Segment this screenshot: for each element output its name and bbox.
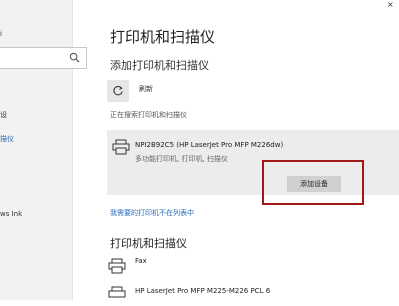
nav-item-windows-ink[interactable]: ws Ink — [0, 210, 22, 218]
nav-item-devices[interactable]: 设 — [0, 110, 7, 120]
close-icon[interactable]: × — [387, 0, 394, 9]
refresh-icon — [113, 86, 123, 96]
printer-list-item-fax[interactable]: Fax — [135, 257, 147, 265]
printer-not-listed-link[interactable]: 我需要的打印机不在列表中 — [110, 208, 194, 218]
hp-printer-icon — [108, 286, 126, 306]
left-nav-pane — [0, 0, 73, 300]
settings-search-box[interactable] — [0, 47, 87, 69]
printers-section-title: 打印机和扫描仪 — [110, 237, 187, 250]
found-device-name: NPI2B92C5 (HP LaserJet Pro MFP M226dw) — [135, 141, 284, 149]
add-section-title: 添加打印机和扫描仪 — [110, 59, 209, 72]
printer-list-item-hp[interactable]: HP LaserJet Pro MFP M225-M226 PCL 6 — [135, 287, 270, 295]
refresh-label[interactable]: 刷新 — [139, 84, 153, 94]
searching-status: 正在搜索打印机和扫描仪 — [110, 111, 187, 119]
nav-item-printers-scanners[interactable]: 描仪 — [0, 134, 14, 144]
refresh-button[interactable] — [107, 80, 129, 102]
highlight-annotation — [262, 160, 364, 205]
nav-item-partial[interactable]: i — [0, 30, 2, 38]
page-title: 打印机和扫描仪 — [110, 28, 216, 46]
fax-printer-icon — [108, 258, 126, 278]
found-device-description: 多功能打印机, 打印机, 扫描仪 — [135, 155, 228, 163]
search-icon — [69, 52, 80, 63]
printer-icon — [112, 139, 130, 159]
